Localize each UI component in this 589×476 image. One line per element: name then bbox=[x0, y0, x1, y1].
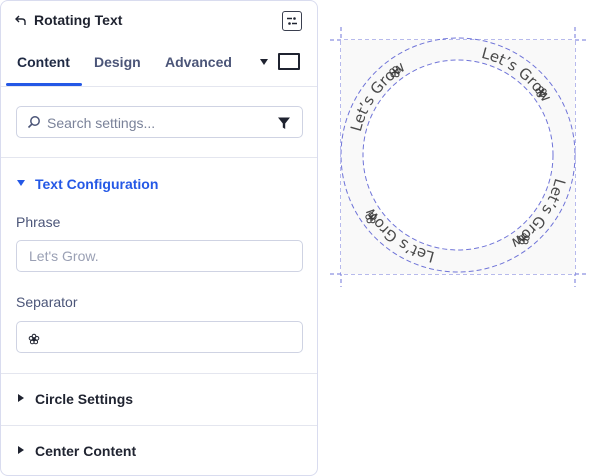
search-section bbox=[1, 87, 317, 158]
separator-label: Separator bbox=[16, 294, 78, 310]
center-content-section[interactable]: Center Content bbox=[1, 426, 317, 475]
section-title[interactable]: Text Configuration bbox=[35, 176, 158, 192]
panel-header: Rotating Text bbox=[1, 1, 317, 41]
circle-settings-section[interactable]: Circle Settings bbox=[1, 374, 317, 426]
inner-guide-circle bbox=[362, 59, 554, 251]
phrase-input[interactable] bbox=[16, 240, 303, 272]
tab-advanced[interactable]: Advanced bbox=[165, 54, 232, 70]
section-title: Center Content bbox=[35, 443, 137, 459]
panel-toggle-button[interactable] bbox=[282, 11, 302, 31]
phrase-label: Phrase bbox=[16, 214, 61, 230]
caret-right-icon bbox=[18, 394, 24, 402]
caret-down-icon[interactable] bbox=[17, 180, 25, 186]
flower-icon bbox=[28, 333, 40, 345]
text-configuration-section: Text Configuration Phrase Separator bbox=[1, 158, 317, 374]
search-icon bbox=[27, 116, 40, 129]
tab-content[interactable]: Content bbox=[17, 54, 70, 70]
section-title: Circle Settings bbox=[35, 391, 134, 407]
tab-design[interactable]: Design bbox=[94, 54, 141, 70]
caret-down-icon[interactable] bbox=[260, 59, 268, 65]
back-arrow-icon[interactable] bbox=[15, 14, 27, 26]
panel-title: Rotating Text bbox=[34, 12, 123, 28]
tab-bar: Content Design Advanced bbox=[1, 41, 317, 87]
rotating-text-preview[interactable]: Let’s Grow Let’s Grow Let’s Grow Let’s G… bbox=[330, 27, 589, 287]
separator-input[interactable] bbox=[16, 321, 303, 353]
settings-panel: Rotating Text Content Design Advanced Se… bbox=[0, 0, 318, 476]
panel-toggle-icon bbox=[287, 17, 297, 25]
search-input[interactable] bbox=[47, 113, 267, 133]
filter-icon[interactable] bbox=[277, 116, 291, 130]
active-tab-indicator bbox=[6, 83, 82, 86]
search-box[interactable] bbox=[16, 106, 303, 138]
responsive-preview-icon[interactable] bbox=[278, 53, 300, 70]
caret-right-icon bbox=[18, 446, 24, 454]
